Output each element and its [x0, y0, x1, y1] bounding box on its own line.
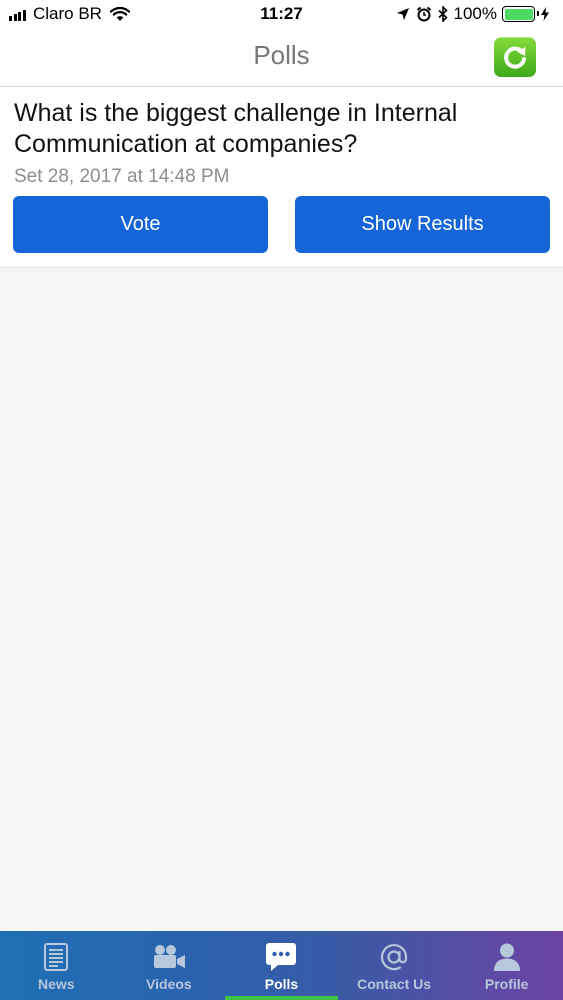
tab-polls[interactable]: Polls	[225, 931, 338, 1000]
vote-button[interactable]: Vote	[13, 196, 268, 253]
tab-videos-label: Videos	[146, 976, 192, 992]
bluetooth-icon	[437, 6, 448, 22]
poll-card: What is the biggest challenge in Interna…	[0, 87, 563, 268]
refresh-button[interactable]	[494, 37, 536, 77]
tab-contact-us-label: Contact Us	[357, 976, 432, 992]
news-icon	[44, 943, 69, 971]
charging-bolt-icon	[541, 7, 549, 21]
tab-news[interactable]: News	[0, 931, 113, 1000]
at-sign-icon	[380, 944, 408, 971]
tab-videos[interactable]: Videos	[113, 931, 226, 1000]
page-title: Polls	[253, 40, 310, 70]
status-bar: Claro BR 11:27 100%	[0, 0, 563, 30]
location-arrow-icon	[396, 8, 409, 20]
tab-contact-us[interactable]: Contact Us	[338, 931, 451, 1000]
tab-news-label: News	[38, 976, 75, 992]
battery-percent: 100%	[453, 4, 497, 23]
alarm-clock-icon	[416, 6, 431, 22]
show-results-button[interactable]: Show Results	[295, 196, 550, 253]
refresh-icon	[504, 46, 526, 69]
battery-icon	[502, 6, 539, 22]
navigation-bar: Polls	[0, 30, 563, 87]
tab-polls-label: Polls	[264, 976, 299, 992]
poll-question: What is the biggest challenge in Interna…	[14, 99, 458, 158]
video-camera-icon	[153, 945, 185, 968]
poll-date: Set 28, 2017 at 14:48 PM	[14, 166, 230, 187]
tab-profile-label: Profile	[484, 976, 529, 992]
person-icon	[493, 943, 520, 971]
tab-profile[interactable]: Profile	[450, 931, 563, 1000]
tab-bar: News Videos Polls Contact Us Profile	[0, 931, 563, 1000]
chat-bubble-icon	[266, 943, 297, 971]
